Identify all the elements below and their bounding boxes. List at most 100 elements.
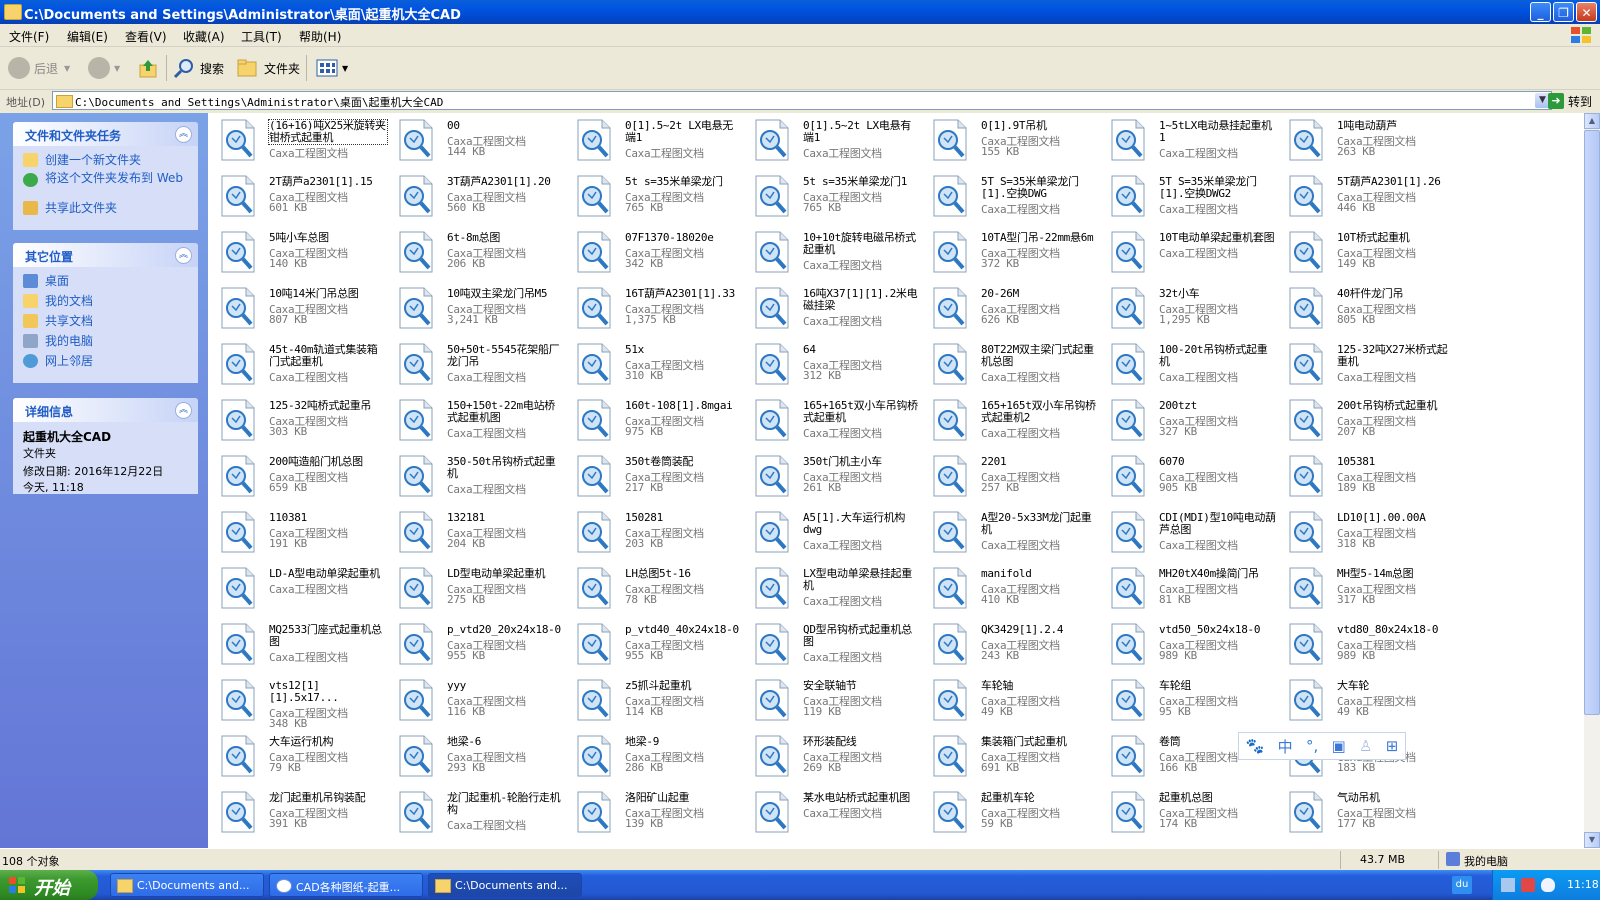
file-item[interactable]: 40杆件龙门吊 Caxa工程图文档 805 KB	[1286, 284, 1464, 340]
task-share-folder[interactable]: 共享此文件夹	[23, 200, 188, 220]
go-button[interactable]: ➜ 转到	[1548, 91, 1592, 111]
ime-toolbar[interactable]: 🐾 中 °, ▣ ♙ ⊞	[1238, 732, 1406, 760]
file-item[interactable]: 龙门起重机吊钩装配 Caxa工程图文档 391 KB	[218, 788, 396, 844]
file-item[interactable]: 10T桥式起重机 Caxa工程图文档 149 KB	[1286, 228, 1464, 284]
file-item[interactable]: 350t门机主小车 Caxa工程图文档 261 KB	[752, 452, 930, 508]
file-item[interactable]: 5吨小车总图 Caxa工程图文档 140 KB	[218, 228, 396, 284]
file-item[interactable]: 10T电动单梁起重机套图 Caxa工程图文档	[1108, 228, 1286, 284]
menu-tools[interactable]: 工具(T)	[241, 28, 282, 45]
file-item[interactable]: 5T葫芦A2301[1].26 Caxa工程图文档 446 KB	[1286, 172, 1464, 228]
file-item[interactable]: CDI(MDI)型10吨电动葫芦总图 Caxa工程图文档	[1108, 508, 1286, 564]
file-item[interactable]: 160t-108[1].8mgai Caxa工程图文档 975 KB	[574, 396, 752, 452]
file-item[interactable]: 10吨14米门吊总图 Caxa工程图文档 807 KB	[218, 284, 396, 340]
up-folder-button[interactable]	[138, 55, 160, 81]
file-item[interactable]: MQ2533门座式起重机总图 Caxa工程图文档	[218, 620, 396, 676]
file-item[interactable]: yyy Caxa工程图文档 116 KB	[396, 676, 574, 732]
file-item[interactable]: 地梁-9 Caxa工程图文档 286 KB	[574, 732, 752, 788]
file-item[interactable]: 地梁-6 Caxa工程图文档 293 KB	[396, 732, 574, 788]
file-item[interactable]: QK3429[1].2.4 Caxa工程图文档 243 KB	[930, 620, 1108, 676]
file-item[interactable]: 5t s=35米单梁龙门1 Caxa工程图文档 765 KB	[752, 172, 930, 228]
place-desktop[interactable]: 桌面	[23, 273, 188, 293]
file-item[interactable]: 16T葫芦A2301[1].33 Caxa工程图文档 1,375 KB	[574, 284, 752, 340]
network-icon[interactable]	[1501, 878, 1515, 892]
file-item[interactable]: 1吨电动葫芦 Caxa工程图文档 263 KB	[1286, 116, 1464, 172]
file-item[interactable]: 200tzt Caxa工程图文档 327 KB	[1108, 396, 1286, 452]
file-item[interactable]: 125-32吨X27米桥式起重机 Caxa工程图文档	[1286, 340, 1464, 396]
file-item[interactable]: 165+165t双小车吊钩桥式起重机 Caxa工程图文档	[752, 396, 930, 452]
file-item[interactable]: 64 Caxa工程图文档 312 KB	[752, 340, 930, 396]
task-publish-web[interactable]: 将这个文件夹发布到 Web	[23, 172, 188, 200]
file-item[interactable]: 165+165t双小车吊钩桥式起重机2 Caxa工程图文档	[930, 396, 1108, 452]
file-item[interactable]: 125-32吨桥式起重吊 Caxa工程图文档 303 KB	[218, 396, 396, 452]
file-item[interactable]: 5T S=35米单梁龙门[1].空换DWG Caxa工程图文档	[930, 172, 1108, 228]
file-item[interactable]: 10TA型门吊-22mm悬6m Caxa工程图文档 372 KB	[930, 228, 1108, 284]
file-item[interactable]: 150281 Caxa工程图文档 203 KB	[574, 508, 752, 564]
ime-lang[interactable]: 中	[1278, 736, 1293, 757]
search-button[interactable]: 搜索	[172, 55, 224, 81]
file-item[interactable]: A型20-5x33M龙门起重机 Caxa工程图文档	[930, 508, 1108, 564]
file-item[interactable]: manifold Caxa工程图文档 410 KB	[930, 564, 1108, 620]
file-item[interactable]: 00 Caxa工程图文档 144 KB	[396, 116, 574, 172]
file-item[interactable]: MH20tX40m操简门吊 Caxa工程图文档 81 KB	[1108, 564, 1286, 620]
file-item[interactable]: 2201 Caxa工程图文档 257 KB	[930, 452, 1108, 508]
forward-button[interactable]: ▼	[88, 55, 120, 81]
file-item[interactable]: 龙门起重机-轮胎行走机构 Caxa工程图文档	[396, 788, 574, 844]
scroll-down-icon[interactable]: ▼	[1584, 832, 1600, 848]
collapse-icon[interactable]: ︽	[175, 126, 192, 143]
file-item[interactable]: 大车运行机构 Caxa工程图文档 79 KB	[218, 732, 396, 788]
volume-icon[interactable]	[1521, 878, 1535, 892]
file-item[interactable]: 200t吊钩桥式起重机 Caxa工程图文档 207 KB	[1286, 396, 1464, 452]
place-shared-documents[interactable]: 共享文档	[23, 313, 188, 333]
back-button[interactable]: 后退 ▼	[8, 55, 70, 81]
file-item[interactable]: 3T葫芦A2301[1].20 Caxa工程图文档 560 KB	[396, 172, 574, 228]
view-mode-button[interactable]: ▼	[316, 55, 348, 81]
file-item[interactable]: 350t卷筒装配 Caxa工程图文档 217 KB	[574, 452, 752, 508]
minimize-button[interactable]: _	[1530, 2, 1551, 22]
file-item[interactable]: 5T S=35米单梁龙门[1].空换DWG2 Caxa工程图文档	[1108, 172, 1286, 228]
taskbar-item-explorer-1[interactable]: C:\Documents and...	[110, 873, 264, 897]
file-item[interactable]: vtd50_50x24x18-0 Caxa工程图文档 989 KB	[1108, 620, 1286, 676]
file-item[interactable]: 0[1].9T吊机 Caxa工程图文档 155 KB	[930, 116, 1108, 172]
file-item[interactable]: LH总图5t-16 Caxa工程图文档 78 KB	[574, 564, 752, 620]
place-my-computer[interactable]: 我的电脑	[23, 333, 188, 353]
task-new-folder[interactable]: 创建一个新文件夹	[23, 152, 188, 172]
maximize-button[interactable]: ❐	[1553, 2, 1574, 22]
file-item[interactable]: vtd80_80x24x18-0 Caxa工程图文档 989 KB	[1286, 620, 1464, 676]
file-item[interactable]: 50+50t-5545花架船厂龙门吊 Caxa工程图文档	[396, 340, 574, 396]
menu-view[interactable]: 查看(V)	[125, 28, 167, 45]
file-item[interactable]: 安全联轴节 Caxa工程图文档 119 KB	[752, 676, 930, 732]
place-my-documents[interactable]: 我的文档	[23, 293, 188, 313]
file-item[interactable]: 07F1370-18020e Caxa工程图文档 342 KB	[574, 228, 752, 284]
file-item[interactable]: 51x Caxa工程图文档 310 KB	[574, 340, 752, 396]
file-item[interactable]: LD-A型电动单梁起重机 Caxa工程图文档	[218, 564, 396, 620]
taskbar-item-browser[interactable]: CAD各种图纸-起重...	[269, 873, 423, 897]
file-item[interactable]: 350-50t吊钩桥式起重机 Caxa工程图文档	[396, 452, 574, 508]
file-item[interactable]: z5抓斗起重机 Caxa工程图文档 114 KB	[574, 676, 752, 732]
file-item[interactable]: MH型5-14m总图 Caxa工程图文档 317 KB	[1286, 564, 1464, 620]
file-item[interactable]: 1~5tLX电动悬挂起重机1 Caxa工程图文档	[1108, 116, 1286, 172]
folders-button[interactable]: 文件夹	[236, 55, 300, 81]
file-item[interactable]: 环形装配线 Caxa工程图文档 269 KB	[752, 732, 930, 788]
file-item[interactable]: 45t-40m轨道式集装箱门式起重机 Caxa工程图文档	[218, 340, 396, 396]
menu-favorites[interactable]: 收藏(A)	[183, 28, 225, 45]
file-tasks-header[interactable]: 文件和文件夹任务 ︽	[13, 122, 198, 146]
place-network[interactable]: 网上邻居	[23, 353, 188, 373]
close-button[interactable]: ✕	[1576, 2, 1597, 22]
file-item[interactable]: 32t小车 Caxa工程图文档 1,295 KB	[1108, 284, 1286, 340]
scroll-thumb[interactable]	[1584, 130, 1600, 715]
file-item[interactable]: 0[1].5~2t LX电悬有端1 Caxa工程图文档	[752, 116, 930, 172]
menu-file[interactable]: 文件(F)	[9, 28, 49, 45]
file-item[interactable]: 某水电站桥式起重机图 Caxa工程图文档	[752, 788, 930, 844]
start-button[interactable]: 开始	[0, 870, 98, 900]
file-item[interactable]: 2T葫芦a2301[1].15 Caxa工程图文档 601 KB	[218, 172, 396, 228]
punctuation-icon[interactable]: °,	[1306, 737, 1318, 755]
file-item[interactable]: 80T22M双主梁门式起重机总图 Caxa工程图文档	[930, 340, 1108, 396]
baidu-tray-icon[interactable]: du	[1452, 876, 1472, 894]
shield-icon[interactable]	[1541, 878, 1555, 892]
file-item[interactable]: 105381 Caxa工程图文档 189 KB	[1286, 452, 1464, 508]
file-item[interactable]: 100-20t吊钩桥式起重机 Caxa工程图文档	[1108, 340, 1286, 396]
file-item[interactable]: 16吨X37[1][1].2米电磁挂梁 Caxa工程图文档	[752, 284, 930, 340]
toolbox-icon[interactable]: ▣	[1332, 737, 1346, 755]
file-item[interactable]: A5[1].大车运行机构dwg Caxa工程图文档	[752, 508, 930, 564]
file-item[interactable]: 200吨造船门机总图 Caxa工程图文档 659 KB	[218, 452, 396, 508]
